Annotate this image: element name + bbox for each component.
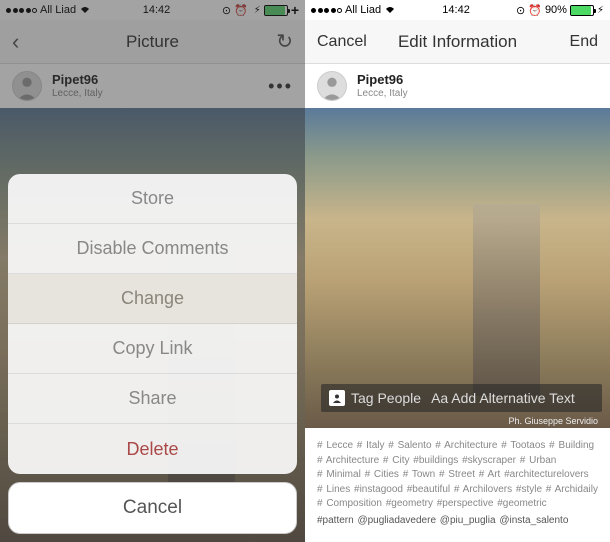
alarm-icon: ⊙: [516, 4, 525, 17]
caption-line: # Lines #instagood #beautiful # Archilov…: [317, 483, 598, 498]
sheet-item-share[interactable]: Share: [8, 374, 297, 424]
clock-label: 14:42: [442, 4, 470, 16]
username-label[interactable]: Pipet96: [357, 73, 408, 87]
caption-input[interactable]: # Lecce # Italy # Salento # Architecture…: [305, 429, 610, 542]
avatar[interactable]: [317, 71, 347, 101]
end-button[interactable]: End: [548, 33, 598, 51]
caption-line: # Composition #geometry #perspective #ge…: [317, 497, 598, 512]
cancel-button[interactable]: Cancel: [317, 33, 367, 51]
carrier-label: All Liad: [345, 4, 381, 16]
battery-icon: [570, 5, 594, 16]
sheet-item-delete[interactable]: Delete: [8, 424, 297, 474]
nav-bar: Cancel Edit Information End: [305, 20, 610, 64]
action-sheet: Store Disable Comments Change Copy Link …: [8, 174, 297, 542]
battery-percent-label: 90%: [545, 4, 567, 16]
sheet-item-store[interactable]: Store: [8, 174, 297, 224]
caption-line: #pattern @pugliadavedere @piu_puglia @in…: [317, 514, 598, 529]
author-row: Pipet96 Lecce, Italy: [305, 64, 610, 108]
sheet-item-change[interactable]: Change: [8, 274, 297, 324]
caption-line: # Lecce # Italy # Salento # Architecture…: [317, 439, 598, 454]
status-bar: All Liad 14:42 ⊙ ⏰ 90% ⚡︎: [305, 0, 610, 20]
caption-line: # Minimal # Cities # Town # Street # Art…: [317, 468, 598, 483]
location-label[interactable]: Lecce, Italy: [357, 88, 408, 99]
sheet-item-disable-comments[interactable]: Disable Comments: [8, 224, 297, 274]
sheet-item-copy-link[interactable]: Copy Link: [8, 324, 297, 374]
tag-people-bar[interactable]: Tag People Aa Add Alternative Text: [321, 384, 602, 412]
person-icon: [329, 390, 345, 406]
signal-dots-icon: [311, 8, 342, 13]
charging-icon: ⚡︎: [597, 5, 604, 16]
photo-credit: Ph. Giuseppe Servidio: [508, 416, 598, 426]
sheet-cancel-button[interactable]: Cancel: [8, 482, 297, 534]
wifi-icon: [384, 4, 396, 16]
caption-line: # Architecture # City #buildings #skyscr…: [317, 454, 598, 469]
add-alt-text-label: Aa Add Alternative Text: [431, 390, 575, 406]
post-image[interactable]: [305, 108, 610, 428]
nav-title: Edit Information: [398, 32, 517, 52]
tag-people-label: Tag People: [351, 390, 421, 406]
alarm-icon-2: ⏰: [528, 4, 542, 17]
